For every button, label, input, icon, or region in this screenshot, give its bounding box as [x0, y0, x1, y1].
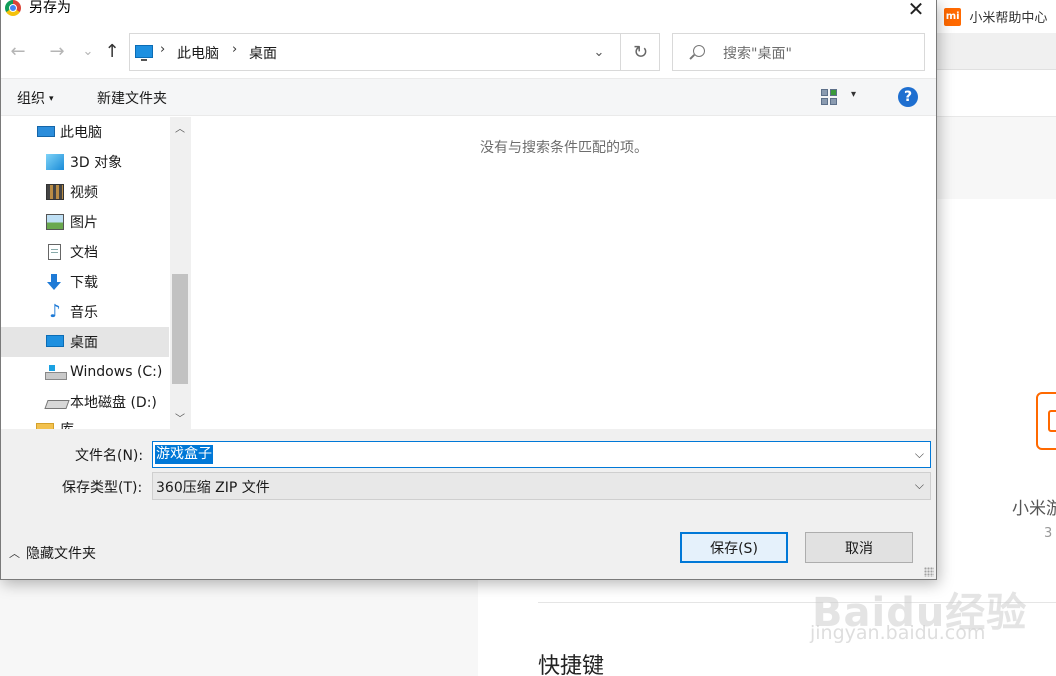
tree-item-videos[interactable]: 视频: [1, 177, 169, 207]
mi-logo-icon: mi: [944, 7, 962, 26]
browser-tab[interactable]: mi 小米帮助中心: [936, 0, 1056, 33]
tree-item-windows-c[interactable]: Windows (C:): [1, 357, 169, 387]
tree-item-downloads[interactable]: 下载: [1, 267, 169, 297]
filetype-select[interactable]: 360压缩 ZIP 文件 ⌵: [152, 472, 931, 500]
breadcrumb-separator[interactable]: ›: [160, 42, 165, 57]
windows-drive-icon: [45, 364, 67, 380]
refresh-button[interactable]: ↻: [620, 34, 660, 70]
back-button[interactable]: ←: [7, 38, 29, 64]
tree-item-pictures[interactable]: 图片: [1, 207, 169, 237]
baidu-watermark: Baidu经验 jingyan.baidu.com: [808, 566, 1026, 660]
music-icon: ♪: [49, 301, 61, 322]
dialog-titlebar[interactable]: 另存为 ✕: [1, 0, 936, 21]
download-icon: [47, 274, 61, 290]
tree-item-label: 视频: [70, 185, 98, 201]
tree-item-documents[interactable]: 文档: [1, 237, 169, 267]
watermark-site: jingyan.baidu.com: [810, 622, 986, 644]
filetype-label: 保存类型(T):: [62, 480, 143, 496]
organize-label: 组织: [17, 91, 45, 107]
recent-locations-button[interactable]: ⌄: [77, 38, 99, 64]
resize-grip[interactable]: [924, 567, 934, 577]
filename-label: 文件名(N):: [75, 448, 144, 464]
3d-objects-icon: [46, 154, 64, 170]
dialog-title: 另存为: [29, 0, 71, 16]
save-button[interactable]: 保存(S): [680, 532, 788, 563]
tree-item-libraries[interactable]: 库: [1, 417, 169, 429]
search-placeholder: 搜索"桌面": [723, 46, 792, 62]
tree-item-label: 文档: [70, 245, 98, 261]
tree-item-label: 此电脑: [60, 125, 102, 141]
help-icon[interactable]: ?: [898, 87, 918, 107]
chrome-icon: [5, 0, 21, 16]
change-view-icon[interactable]: [821, 89, 837, 105]
chevron-down-icon: ▾: [49, 94, 54, 104]
navigation-row: ← → ⌄ ↑ › 此电脑 › 桌面 ⌄ ↻ 搜索"桌面": [1, 30, 936, 74]
cancel-button[interactable]: 取消: [805, 532, 913, 563]
app-card-icon[interactable]: [1036, 392, 1056, 450]
page-banner: [936, 117, 1056, 199]
scroll-thumb[interactable]: [172, 274, 188, 384]
breadcrumb-separator[interactable]: ›: [232, 42, 237, 57]
tree-item-label: 3D 对象: [70, 155, 123, 171]
browser-tab-title: 小米帮助中心: [969, 11, 1048, 26]
section-title: 快捷键: [538, 654, 605, 676]
breadcrumb-desktop[interactable]: 桌面: [249, 43, 277, 63]
up-button[interactable]: ↑: [101, 38, 123, 64]
tree-item-3d-objects[interactable]: 3D 对象: [1, 147, 169, 177]
tree-item-label: 图片: [70, 215, 98, 231]
empty-message: 没有与搜索条件匹配的项。: [480, 140, 648, 156]
navigation-pane[interactable]: 此电脑 3D 对象 视频 图片 文档 下载 ♪ 音乐 桌面 Windows (C…: [1, 117, 191, 429]
tree-item-this-pc[interactable]: 此电脑: [1, 117, 169, 147]
app-subtext: 3: [1044, 526, 1053, 541]
chevron-up-icon: ︿: [9, 547, 20, 560]
filename-value[interactable]: 游戏盒子: [155, 445, 213, 464]
tree-item-label: 桌面: [70, 335, 98, 351]
tree-item-music[interactable]: ♪ 音乐: [1, 297, 169, 327]
desktop-icon: [46, 335, 64, 347]
tree-item-local-disk-d[interactable]: 本地磁盘 (D:): [1, 387, 169, 417]
pictures-icon: [46, 214, 64, 230]
address-history-dropdown[interactable]: ⌄: [588, 40, 610, 64]
tree-item-label: 本地磁盘 (D:): [70, 395, 157, 411]
navigation-scrollbar[interactable]: ︿ ﹀: [170, 117, 190, 429]
breadcrumb-this-pc[interactable]: 此电脑: [177, 43, 219, 63]
organize-menu[interactable]: 组织 ▾: [17, 88, 54, 108]
computer-icon: [37, 126, 55, 137]
filename-field[interactable]: 游戏盒子 ⌵: [152, 441, 931, 468]
tree-item-label: 音乐: [70, 305, 98, 321]
drive-icon: [46, 394, 66, 410]
forward-button[interactable]: →: [46, 38, 68, 64]
chevron-down-icon: ⌵: [914, 478, 924, 492]
scroll-down-button[interactable]: ﹀: [170, 407, 190, 427]
tree-item-label: 库: [60, 419, 74, 429]
page-sidebar: [0, 580, 478, 676]
search-icon: [693, 45, 705, 57]
filetype-value: 360压缩 ZIP 文件: [156, 480, 270, 496]
view-options-dropdown[interactable]: ▾: [851, 89, 856, 100]
scroll-up-button[interactable]: ︿: [170, 117, 190, 137]
hide-folders-toggle[interactable]: ︿ 隐藏文件夹: [9, 543, 96, 563]
file-list[interactable]: 没有与搜索条件匹配的项。: [192, 117, 936, 429]
search-input[interactable]: 搜索"桌面": [672, 33, 925, 71]
close-button[interactable]: ✕: [897, 0, 935, 21]
app-name[interactable]: 小米游: [1012, 494, 1056, 519]
tree-item-label: 下载: [70, 275, 98, 291]
video-icon: [46, 184, 64, 200]
save-as-dialog: 另存为 ✕ ← → ⌄ ↑ › 此电脑 › 桌面 ⌄ ↻ 搜索"桌面" 组织 ▾ …: [0, 0, 937, 580]
new-folder-button[interactable]: 新建文件夹: [97, 88, 167, 108]
documents-icon: [48, 244, 61, 260]
tree-item-label: Windows (C:): [70, 364, 163, 380]
command-bar: 组织 ▾ 新建文件夹 ▾ ?: [1, 78, 936, 116]
hide-folders-label: 隐藏文件夹: [26, 546, 96, 562]
chevron-down-icon[interactable]: ⌵: [915, 447, 924, 462]
address-bar[interactable]: › 此电脑 › 桌面 ⌄ ↻: [129, 33, 660, 71]
tree-item-desktop[interactable]: 桌面: [1, 327, 169, 357]
save-options-panel: 文件名(N): 游戏盒子 ⌵ 保存类型(T): 360压缩 ZIP 文件 ⌵ ︿…: [1, 429, 936, 579]
computer-icon: [135, 45, 153, 61]
